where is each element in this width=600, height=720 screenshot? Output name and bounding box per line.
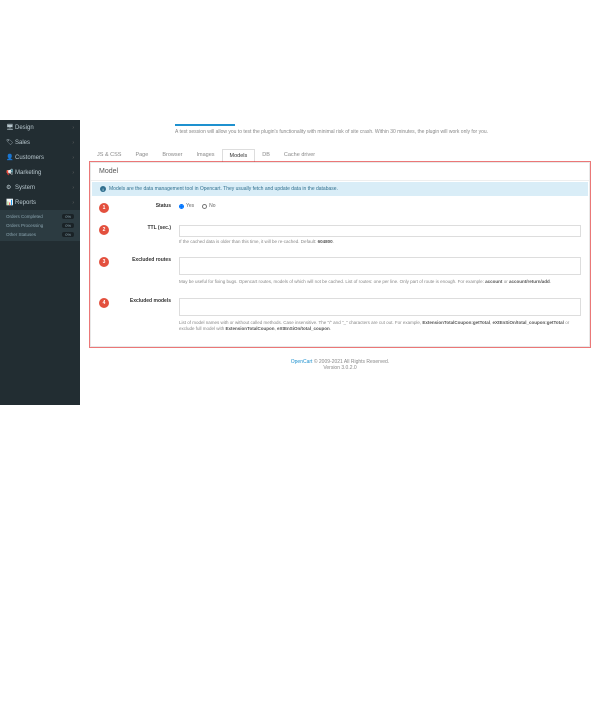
sidebar-stat-item[interactable]: Other Statuses0% [0, 230, 80, 239]
chevron-right-icon: › [72, 170, 74, 176]
radio-option[interactable]: No [202, 203, 215, 209]
menu-label: Design [15, 125, 72, 131]
excluded-routes-textarea[interactable] [179, 257, 581, 275]
panel-title: Model [91, 163, 589, 181]
info-alert: i Models are the data management tool in… [92, 182, 588, 196]
menu-icon: 📊 [6, 199, 12, 206]
menu-icon: 🖥 [6, 124, 12, 131]
sidebar-item-marketing[interactable]: 📢Marketing› [0, 165, 80, 180]
field-row-ttl-sec-: 2 TTL (sec.)If the cached data is older t… [91, 219, 589, 251]
footer: OpenCart © 2009-2021 All Rights Reserved… [90, 359, 590, 371]
menu-icon: ⚙ [6, 184, 12, 191]
field-label: TTL (sec.) [119, 225, 179, 245]
menu-label: Marketing [15, 170, 72, 176]
stat-badge: 0% [62, 232, 74, 237]
chevron-right-icon: › [72, 185, 74, 191]
field-label: Excluded models [119, 298, 179, 333]
field-help: May be useful for fixing bugs. Opencart … [179, 279, 581, 285]
main-content: A test session will allow you to test th… [80, 120, 600, 405]
sidebar-item-reports[interactable]: 📊Reports› [0, 195, 80, 210]
field-row-status: 1 Status Yes No [91, 197, 589, 219]
stat-badge: 0% [62, 214, 74, 219]
sidebar-stat-item[interactable]: Orders Completed0% [0, 212, 80, 221]
info-icon: i [100, 186, 106, 192]
menu-icon: 📢 [6, 169, 12, 176]
tab-db[interactable]: DB [255, 149, 277, 162]
field-label: Status [119, 203, 179, 213]
menu-label: System [15, 185, 72, 191]
sidebar-item-design[interactable]: 🖥Design› [0, 120, 80, 135]
menu-label: Reports [15, 200, 72, 206]
ttl-sec--input[interactable] [179, 225, 581, 237]
session-description: A test session will allow you to test th… [175, 129, 590, 135]
menu-icon: 👤 [6, 154, 12, 161]
sidebar-stat-item[interactable]: Orders Processing0% [0, 221, 80, 230]
model-panel: Model i Models are the data management t… [90, 162, 590, 347]
menu-label: Customers [15, 155, 72, 161]
stat-badge: 0% [62, 223, 74, 228]
tab-cache-driver[interactable]: Cache driver [277, 149, 322, 162]
sidebar-item-sales[interactable]: 🏷Sales› [0, 135, 80, 150]
chevron-right-icon: › [72, 125, 74, 131]
chevron-right-icon: › [72, 140, 74, 146]
session-tab-indicator [175, 120, 235, 126]
step-number: 4 [99, 298, 109, 308]
chevron-right-icon: › [72, 155, 74, 161]
sidebar-item-customers[interactable]: 👤Customers› [0, 150, 80, 165]
menu-icon: 🏷 [6, 139, 12, 146]
excluded-models-textarea[interactable] [179, 298, 581, 316]
step-number: 3 [99, 257, 109, 267]
tab-models[interactable]: Models [222, 149, 256, 162]
tab-browser[interactable]: Browser [155, 149, 189, 162]
radio-option[interactable]: Yes [179, 203, 194, 209]
field-row-excluded-routes: 3 Excluded routesMay be useful for fixing… [91, 251, 589, 291]
tab-images[interactable]: Images [189, 149, 221, 162]
sidebar-item-system[interactable]: ⚙System› [0, 180, 80, 195]
field-label: Excluded routes [119, 257, 179, 285]
settings-tabs: JS & CSSPageBrowserImagesModelsDBCache d… [90, 149, 590, 162]
menu-label: Sales [15, 140, 72, 146]
field-row-excluded-models: 4 Excluded modelsList of model names with… [91, 292, 589, 339]
tab-page[interactable]: Page [128, 149, 155, 162]
tab-js-css[interactable]: JS & CSS [90, 149, 128, 162]
sidebar: 🖥Design›🏷Sales›👤Customers›📢Marketing›⚙Sy… [0, 120, 80, 405]
field-help: List of model names with or without call… [179, 320, 581, 333]
alert-text: Models are the data management tool in O… [109, 186, 338, 192]
step-number: 1 [99, 203, 109, 213]
chevron-right-icon: › [72, 200, 74, 206]
step-number: 2 [99, 225, 109, 235]
version-text: Version 3.0.2.0 [323, 365, 356, 371]
brand-link[interactable]: OpenCart [291, 359, 313, 365]
field-help: If the cached data is older than this ti… [179, 239, 581, 245]
